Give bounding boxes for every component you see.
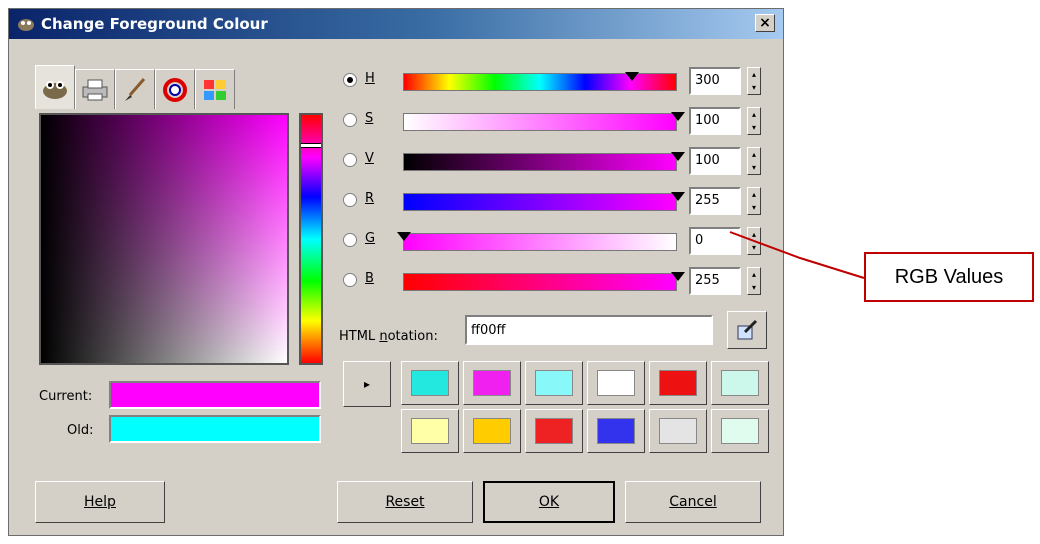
rgb-values-callout: RGB Values <box>864 252 1034 302</box>
